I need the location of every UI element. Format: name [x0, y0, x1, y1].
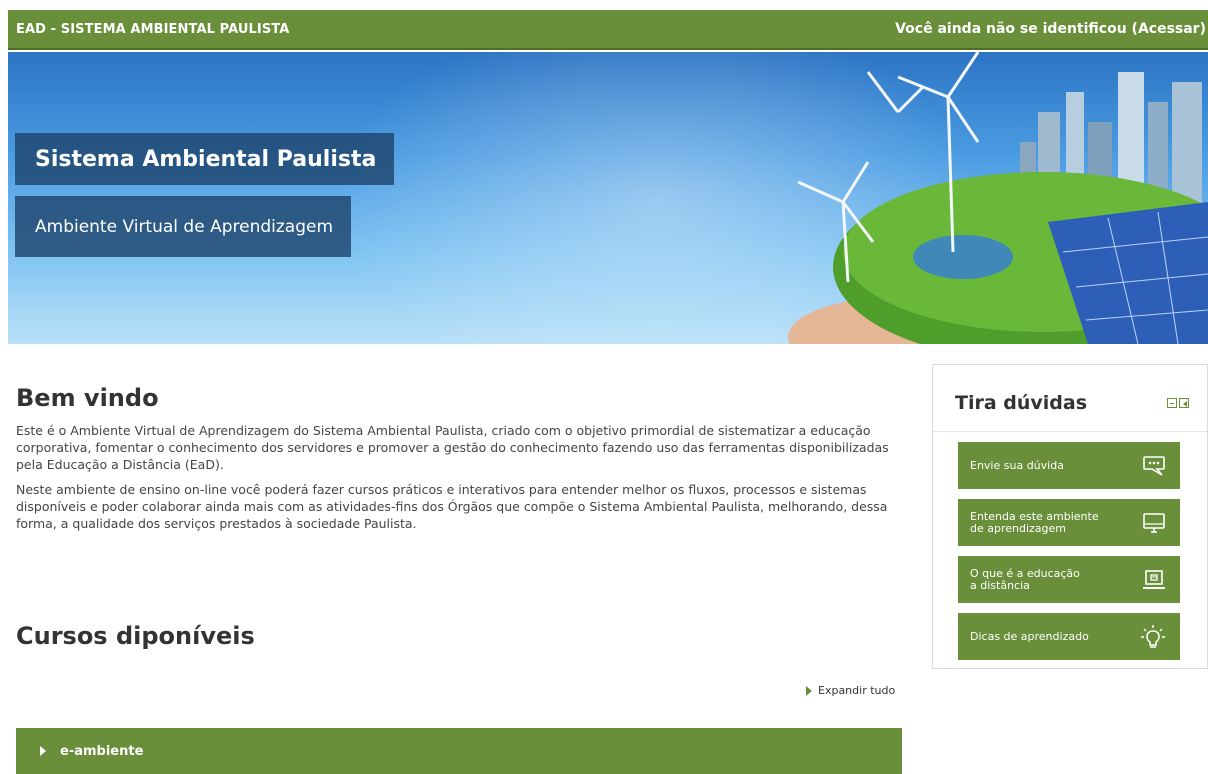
welcome-paragraph-1: Este é o Ambiente Virtual de Aprendizage… — [16, 423, 889, 472]
dock-block-icon[interactable] — [1179, 398, 1189, 408]
top-navbar: EAD - SISTEMA AMBIENTAL PAULISTA Você ai… — [8, 10, 1208, 50]
help-block-title: Tira dúvidas — [955, 392, 1088, 414]
chat-bubble-icon — [1143, 455, 1165, 476]
course-category-label: e-ambiente — [60, 743, 144, 759]
login-info: Você ainda não se identificou (Acessar) — [895, 21, 1208, 37]
hero-banner: Sistema Ambiental Paulista Ambiente Virt… — [8, 52, 1208, 344]
help-block: Tira dúvidas Envie sua dúvida Entenda es… — [932, 364, 1208, 669]
triangle-right-icon — [40, 746, 46, 756]
login-info-close: ) — [1199, 21, 1206, 37]
welcome-heading: Bem vindo — [16, 384, 159, 412]
login-link[interactable]: Acessar — [1138, 21, 1200, 37]
banner-subtitle: Ambiente Virtual de Aprendizagem — [15, 196, 352, 257]
lightbulb-icon — [1141, 624, 1165, 648]
main-content: Bem vindo Este é o Ambiente Virtual de A… — [16, 384, 906, 540]
help-block-header: Tira dúvidas — [933, 365, 1207, 421]
expand-all-label: Expandir tudo — [818, 684, 896, 697]
laptop-icon — [1143, 569, 1165, 589]
courses-heading: Cursos diponíveis — [16, 622, 255, 650]
monitor-icon — [1143, 512, 1165, 533]
banner-globe-illustration — [788, 52, 1208, 344]
distance-education-button[interactable]: O que é a educação a distância — [958, 556, 1180, 603]
help-block-body: Envie sua dúvida Entenda este ambiente d… — [933, 431, 1207, 660]
block-controls — [1167, 398, 1189, 408]
understand-environment-button[interactable]: Entenda este ambiente de aprendizagem — [958, 499, 1180, 546]
banner-title: Sistema Ambiental Paulista — [15, 133, 395, 185]
welcome-paragraph-2: Neste ambiente de ensino on-line você po… — [16, 482, 888, 531]
triangle-right-icon — [806, 685, 812, 696]
distance-education-label: O que é a educação a distância — [970, 566, 1080, 592]
expand-all-link[interactable]: Expandir tudo — [806, 684, 895, 697]
login-info-text: Você ainda não se identificou ( — [895, 21, 1138, 37]
learning-tips-button[interactable]: Dicas de aprendizado — [958, 613, 1180, 660]
send-question-label: Envie sua dúvida — [970, 458, 1064, 472]
send-question-button[interactable]: Envie sua dúvida — [958, 442, 1180, 489]
course-category-bar[interactable]: e-ambiente — [16, 728, 902, 774]
learning-tips-label: Dicas de aprendizado — [970, 629, 1089, 643]
site-brand[interactable]: EAD - SISTEMA AMBIENTAL PAULISTA — [16, 22, 289, 37]
hide-block-icon[interactable] — [1167, 398, 1177, 408]
understand-environment-label: Entenda este ambiente de aprendizagem — [970, 509, 1099, 535]
